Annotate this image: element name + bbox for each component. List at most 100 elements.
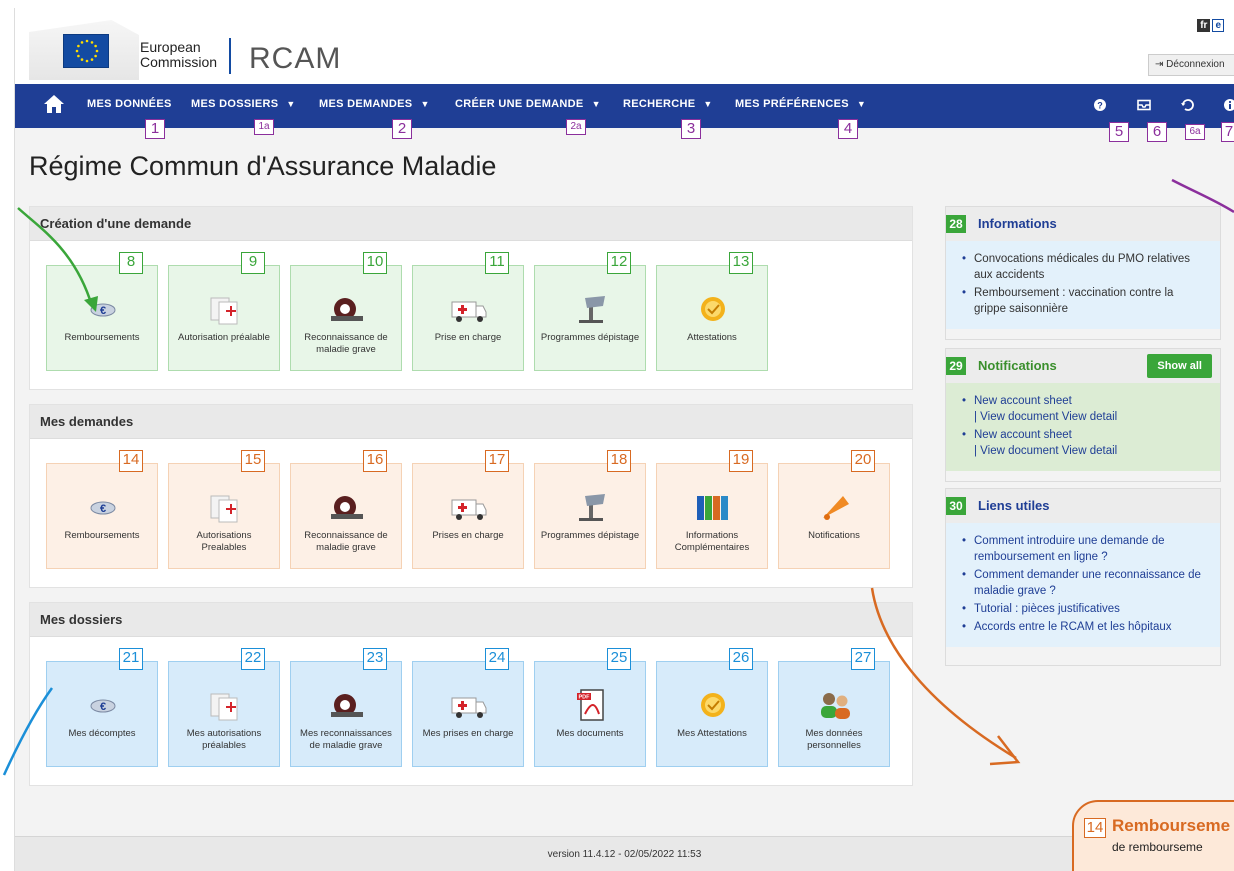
authorization-icon	[205, 490, 245, 524]
callout-29: 29	[946, 357, 966, 375]
tile-demandes-20[interactable]: Notifications 20	[778, 450, 890, 569]
info-item[interactable]: Remboursement : vaccination contre la gr…	[962, 285, 1208, 317]
tile-dossiers-26[interactable]: Mes Attestations 26	[656, 648, 768, 767]
info-icon[interactable]	[1221, 96, 1234, 114]
tile-dossiers-24[interactable]: Mes prises en charge 24	[412, 648, 524, 767]
tile-dossiers-27[interactable]: Mes données personnelles 27	[778, 648, 890, 767]
pdf-icon: PDF	[571, 688, 611, 722]
bell-icon	[815, 490, 855, 524]
link-item[interactable]: Comment introduire une demande de rembou…	[962, 533, 1208, 565]
callout-7: 7	[1221, 122, 1234, 142]
certificate-icon	[693, 292, 733, 326]
help-icon[interactable]: ?	[1091, 96, 1109, 114]
callout-box-title: Rembourseme	[1112, 816, 1231, 835]
notification-item[interactable]: New account sheet | View document View d…	[962, 393, 1208, 425]
tile-demandes-15[interactable]: Autorisations Prealables 15	[168, 450, 280, 569]
lang-fr[interactable]: fr	[1197, 19, 1211, 32]
caret-down-icon: ▼	[420, 99, 430, 109]
authorization-icon	[205, 688, 245, 722]
notification-title[interactable]: New account sheet	[974, 427, 1208, 443]
tile-dossiers-25[interactable]: PDF Mes documents 25	[534, 648, 646, 767]
tile-creation-11[interactable]: Prise en charge 11	[412, 252, 524, 371]
nav-label: MES DONNÉES	[87, 98, 172, 110]
mri-scanner-icon	[327, 688, 367, 722]
tile-label: Attestations	[687, 332, 737, 343]
show-all-button[interactable]: Show all	[1147, 354, 1212, 378]
notification-links[interactable]: | View document View detail	[974, 443, 1208, 459]
sidebar-informations: 28 Informations Convocations médicales d…	[945, 206, 1221, 340]
binders-icon	[693, 490, 733, 524]
callout-30: 30	[946, 497, 966, 515]
panel-title: Mes dossiers	[30, 603, 912, 637]
tile-dossiers-23[interactable]: Mes reconnaissances de maladie grave 23	[290, 648, 402, 767]
callout-1a: 1a	[254, 119, 274, 135]
header: European Commission RCAM fr e ⇥ Déconnexi…	[15, 8, 1234, 84]
tile-demandes-19[interactable]: Informations Complémentaires 19	[656, 450, 768, 569]
nav-mes-preferences[interactable]: MES PRÉFÉRENCES ▼	[735, 98, 866, 110]
sidebar-title: Notifications	[978, 358, 1057, 373]
app-name: RCAM	[249, 42, 342, 75]
tile-label: Reconnaissance de maladie grave	[304, 332, 388, 355]
link-item[interactable]: Accords entre le RCAM et les hôpitaux	[962, 619, 1208, 635]
nav-label: MES PRÉFÉRENCES	[735, 98, 849, 110]
tile-creation-8[interactable]: € Remboursements 8	[46, 252, 158, 371]
callout-12: 12	[607, 252, 631, 274]
svg-text:PDF: PDF	[579, 695, 591, 701]
nav-creer-demande[interactable]: CRÉER UNE DEMANDE ▼	[455, 98, 601, 110]
notification-links[interactable]: | View document View detail	[974, 409, 1208, 425]
callout-6: 6	[1147, 122, 1167, 142]
lang-en[interactable]: e	[1212, 19, 1224, 32]
nav-mes-donnees[interactable]: MES DONNÉES	[87, 98, 172, 110]
sidebar-head: 29 Notifications Show all	[946, 349, 1220, 383]
caret-down-icon: ▼	[286, 99, 296, 109]
tile-label: Prise en charge	[434, 332, 502, 343]
tile-demandes-14[interactable]: € Remboursements 14	[46, 450, 158, 569]
link-item[interactable]: Tutorial : pièces justificatives	[962, 601, 1208, 617]
main-navbar: MES DONNÉES MES DOSSIERS ▼ MES DEMANDES ▼ …	[15, 84, 1234, 128]
nav-recherche[interactable]: RECHERCHE ▼	[623, 98, 713, 110]
nav-mes-dossiers[interactable]: MES DOSSIERS ▼	[191, 98, 296, 110]
sidebar-body: Convocations médicales du PMO relatives …	[946, 241, 1220, 329]
language-switcher[interactable]: fr e	[1197, 19, 1224, 32]
sidebar-head: 28 Informations	[946, 207, 1220, 241]
tile-creation-9[interactable]: Autorisation préalable 9	[168, 252, 280, 371]
tile-dossiers-22[interactable]: Mes autorisations préalables 22	[168, 648, 280, 767]
footer: version 11.4.12 - 02/05/2022 11:53	[15, 836, 1234, 871]
tile-demandes-18[interactable]: Programmes dépistage 18	[534, 450, 646, 569]
panel-title: Création d'une demande	[30, 207, 912, 241]
tile-creation-13[interactable]: Attestations 13	[656, 252, 768, 371]
callout-19: 19	[729, 450, 753, 472]
tile-label: Mes prises en charge	[422, 728, 514, 739]
sidebar-head: 30 Liens utiles	[946, 489, 1220, 523]
tile-label: Informations Complémentaires	[674, 530, 750, 553]
logo-separator	[229, 38, 231, 74]
ambulance-icon	[449, 292, 489, 326]
nav-label: MES DOSSIERS	[191, 98, 279, 110]
callout-3: 3	[681, 119, 701, 139]
panel-dossiers: Mes dossiers € Mes décomptes 21 Mes autoris…	[29, 602, 913, 786]
tile-creation-12[interactable]: Programmes dépistage 12	[534, 252, 646, 371]
notification-item[interactable]: New account sheet | View document View d…	[962, 427, 1208, 459]
tile-demandes-16[interactable]: Reconnaissance de maladie grave 16	[290, 450, 402, 569]
tile-creation-10[interactable]: Reconnaissance de maladie grave 10	[290, 252, 402, 371]
callout-22: 22	[241, 648, 265, 670]
info-item[interactable]: Convocations médicales du PMO relatives …	[962, 251, 1208, 283]
sidebar-body: New account sheet | View document View d…	[946, 383, 1220, 471]
svg-text:€: €	[100, 305, 106, 317]
logout-button[interactable]: ⇥ Déconnexion	[1148, 54, 1234, 76]
callout-10: 10	[363, 252, 387, 274]
tile-label: Mes autorisations préalables	[186, 728, 262, 751]
tile-dossiers-21[interactable]: € Mes décomptes 21	[46, 648, 158, 767]
notification-title[interactable]: New account sheet	[974, 393, 1208, 409]
callout-6a: 6a	[1185, 124, 1205, 140]
tile-label: Programmes dépistage	[540, 530, 640, 541]
tile-demandes-17[interactable]: Prises en charge 17	[412, 450, 524, 569]
callout-21: 21	[119, 648, 143, 670]
link-item[interactable]: Comment demander une reconnaissance de m…	[962, 567, 1208, 599]
nav-label: MES DEMANDES	[319, 98, 413, 110]
message-icon[interactable]	[1135, 96, 1153, 114]
home-icon[interactable]	[43, 94, 65, 114]
nav-mes-demandes[interactable]: MES DEMANDES ▼	[319, 98, 430, 110]
history-icon[interactable]	[1179, 96, 1197, 114]
callout-17: 17	[485, 450, 509, 472]
